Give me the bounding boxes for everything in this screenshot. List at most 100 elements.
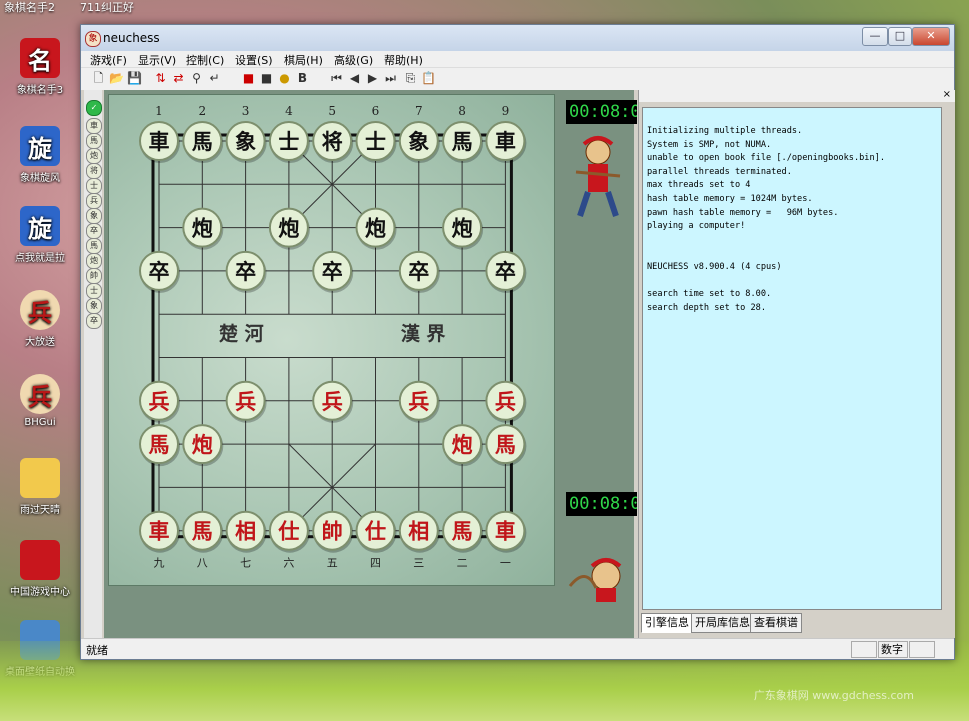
panel-close-icon[interactable]: × [943,89,951,100]
black-piece[interactable]: 卒 [485,250,527,293]
red-piece[interactable]: 車 [139,510,180,553]
sidebar-piece[interactable]: 卒 [86,313,102,329]
flip-board-icon[interactable]: ⇅ [153,71,168,86]
close-button[interactable]: ✕ [912,27,950,46]
desktop-icon[interactable]: 旋点我就是拉 [4,206,76,264]
black-computer-icon[interactable]: ■ [259,71,274,86]
red-piece[interactable]: 馬 [139,424,180,467]
black-piece[interactable]: 将 [312,121,354,163]
open-icon[interactable]: 📂 [109,71,124,86]
engine-icon[interactable]: ● [277,71,292,86]
menu-item[interactable]: 帮助(H) [384,52,423,68]
first-move-icon[interactable]: ⏮ [329,71,344,86]
red-piece[interactable]: 車 [485,510,527,553]
check-icon[interactable]: ✓ [86,100,102,116]
red-piece[interactable]: 馬 [442,510,484,553]
red-piece[interactable]: 仕 [355,510,397,553]
menu-item[interactable]: 高级(G) [334,52,373,68]
black-piece[interactable]: 炮 [268,207,310,250]
sidebar-piece[interactable]: 馬 [86,238,102,254]
sidebar-piece[interactable]: 炮 [86,253,102,269]
new-icon[interactable]: 🗋 [91,71,106,86]
black-piece[interactable]: 車 [139,121,180,163]
black-piece[interactable]: 卒 [312,250,354,293]
sidebar-piece[interactable]: 象 [86,208,102,224]
title-bar[interactable]: 象 neuchess — □ ✕ [81,25,954,51]
menu-item[interactable]: 游戏(F) [90,52,127,68]
black-piece[interactable]: 卒 [225,250,267,293]
black-piece[interactable]: 馬 [442,121,484,163]
desktop-icon[interactable]: 兵大放送 [4,290,76,348]
black-piece[interactable]: 卒 [398,250,440,293]
chess-board[interactable]: 123456789九八七六五四三二一楚 河漢 界車馬象士将士象馬車炮炮炮炮卒卒卒… [108,94,555,586]
paste-icon[interactable]: 📋 [421,71,436,86]
undo-icon[interactable]: ↵ [207,71,222,86]
menu-bar: 游戏(F) 显示(V) 控制(C) 设置(S) 棋局(H) 高级(G) 帮助(H) [81,51,954,67]
desktop-icon[interactable]: 旋象棋旋风 [4,126,76,184]
black-piece[interactable]: 炮 [442,207,484,250]
sidebar-piece[interactable]: 士 [86,178,102,194]
sidebar-piece[interactable]: 馬 [86,133,102,149]
sidebar-piece[interactable]: 士 [86,283,102,299]
black-piece[interactable]: 馬 [182,121,224,163]
menu-item[interactable]: 显示(V) [138,52,176,68]
red-piece[interactable]: 帥 [312,510,354,553]
desktop-icon[interactable]: 兵 BHGui [4,374,76,428]
game-area: 123456789九八七六五四三二一楚 河漢 界車馬象士将士象馬車炮炮炮炮卒卒卒… [104,90,637,638]
red-piece[interactable]: 兵 [398,380,440,423]
red-piece[interactable]: 兵 [139,380,180,423]
red-piece[interactable]: 炮 [182,424,224,467]
sidebar-piece[interactable]: 帥 [86,268,102,284]
red-piece[interactable]: 兵 [225,380,267,423]
menu-item[interactable]: 控制(C) [186,52,224,68]
next-move-icon[interactable]: ▶ [365,71,380,86]
black-piece[interactable]: 士 [268,121,310,163]
engine-log[interactable]: Initializing multiple threads. System is … [642,107,942,610]
sidebar-piece[interactable]: 象 [86,298,102,314]
red-piece[interactable]: 相 [225,510,267,553]
red-piece[interactable]: 仕 [268,510,310,553]
sidebar-piece[interactable]: 将 [86,163,102,179]
red-piece[interactable]: 兵 [312,380,354,423]
menu-item[interactable]: 棋局(H) [284,52,323,68]
sidebar-piece[interactable]: 兵 [86,193,102,209]
desktop-app-icon: 兵 [20,290,60,330]
sidebar-piece[interactable]: 車 [86,118,102,134]
last-move-icon[interactable]: ⏭ [383,71,398,86]
desktop-icon[interactable]: 中国游戏中心 [4,540,76,598]
menu-item[interactable]: 设置(S) [235,52,273,68]
swap-sides-icon[interactable]: ⇄ [171,71,186,86]
black-piece[interactable]: 士 [355,121,397,163]
panel-tab[interactable]: 查看棋谱 [750,613,802,633]
red-piece[interactable]: 馬 [485,424,527,467]
save-icon[interactable]: 💾 [127,71,142,86]
sidebar-piece[interactable]: 卒 [86,223,102,239]
top-coordinate: 1 [155,104,163,118]
black-piece[interactable]: 象 [225,121,267,163]
black-piece[interactable]: 卒 [139,250,180,293]
black-piece[interactable]: 炮 [355,207,397,250]
desktop-icon[interactable]: 雨过天晴 [4,458,76,516]
status-box-1 [851,641,877,658]
panel-tab[interactable]: 引擎信息 [641,613,693,633]
prev-move-icon[interactable]: ◀ [347,71,362,86]
river-left-text: 楚 河 [219,322,264,345]
sidebar-piece[interactable]: 炮 [86,148,102,164]
maximize-button[interactable]: □ [888,27,912,46]
piece-glyph: 卒 [149,259,170,284]
panel-tab[interactable]: 开局库信息 [691,613,754,633]
black-piece[interactable]: 炮 [182,207,224,250]
red-piece[interactable]: 炮 [442,424,484,467]
hint-icon[interactable]: ⚲ [189,71,204,86]
red-computer-icon[interactable]: ■ [241,71,256,86]
red-piece[interactable]: 馬 [182,510,224,553]
red-piece[interactable]: 相 [398,510,440,553]
black-piece[interactable]: 車 [485,121,527,163]
black-piece[interactable]: 象 [398,121,440,163]
copy-icon[interactable]: ⎘ [403,71,418,86]
desktop-icon[interactable]: 名象棋名手3 [4,38,76,96]
red-piece[interactable]: 兵 [485,380,527,423]
bold-b-icon[interactable]: B [295,71,310,86]
minimize-button[interactable]: — [862,27,888,46]
